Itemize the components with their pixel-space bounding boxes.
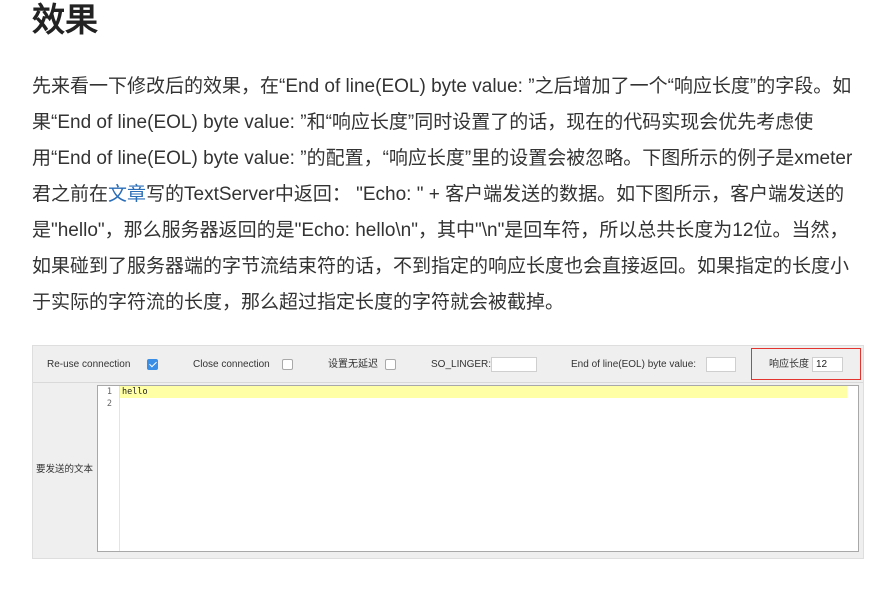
eol-byte-input[interactable] <box>706 357 736 372</box>
text-to-send-label-area: 要发送的文本 <box>33 383 96 553</box>
close-connection-label: Close connection <box>193 359 270 370</box>
response-length-label: 响应长度 <box>769 359 809 370</box>
section-heading: 效果 <box>32 1 98 38</box>
no-delay-checkbox[interactable] <box>385 359 396 370</box>
connection-options-bar: Re-use connection Close connection 设置无延迟… <box>33 346 863 383</box>
response-length-highlight-box: 响应长度 <box>751 348 861 380</box>
article-link[interactable]: 文章 <box>108 184 146 205</box>
no-delay-label: 设置无延迟 <box>328 359 378 370</box>
article-paragraph: 先来看一下修改后的效果，在“End of line(EOL) byte valu… <box>32 69 860 343</box>
eol-byte-label: End of line(EOL) byte value: <box>571 359 697 370</box>
tcp-sampler-panel-screenshot: Re-use connection Close connection 设置无延迟… <box>32 345 864 559</box>
response-length-input[interactable] <box>812 357 843 372</box>
so-linger-label: SO_LINGER: <box>431 359 492 370</box>
line-number: 2 <box>106 399 112 409</box>
check-icon <box>148 359 157 368</box>
editor-line-current: hello <box>120 386 847 398</box>
close-connection-checkbox[interactable] <box>282 359 293 370</box>
text-to-send-editor[interactable]: 1 2 hello <box>97 385 859 552</box>
line-number: 1 <box>106 387 112 397</box>
paragraph-text-after-link: 写的TextServer中返回： "Echo: " + 客户端发送的数据。如下图… <box>32 184 850 313</box>
reuse-connection-checkbox[interactable] <box>147 359 158 370</box>
line-number-gutter: 1 2 <box>98 386 120 551</box>
editor-content[interactable]: hello <box>120 386 847 551</box>
reuse-connection-label: Re-use connection <box>47 359 131 370</box>
text-to-send-label: 要发送的文本 <box>36 464 94 475</box>
so-linger-input[interactable] <box>491 357 537 372</box>
